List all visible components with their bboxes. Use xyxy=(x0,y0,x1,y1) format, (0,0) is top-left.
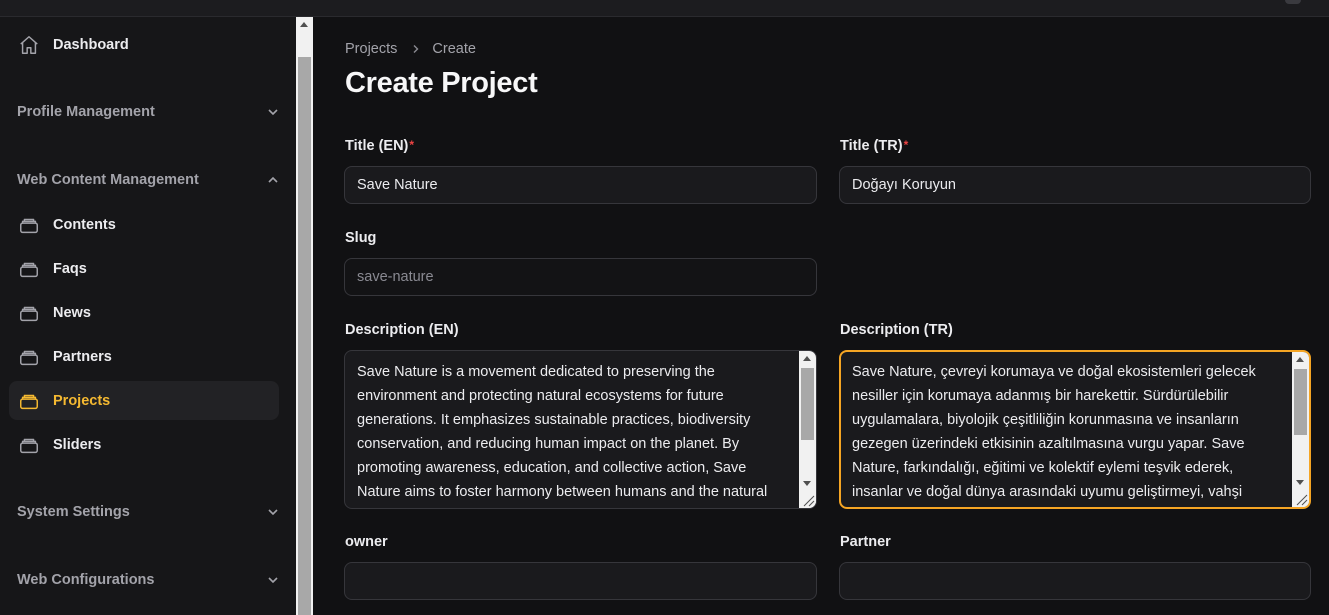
partner-select[interactable] xyxy=(839,562,1311,600)
sidebar-group-profile-management[interactable]: Profile Management xyxy=(17,97,279,127)
slug-label: Slug xyxy=(345,230,377,246)
sidebar-item-label: Projects xyxy=(53,392,111,409)
sidebar-item-faqs[interactable]: Faqs xyxy=(9,249,279,288)
sidebar-group-label: System Settings xyxy=(17,504,130,520)
sidebar-item-contents[interactable]: Contents xyxy=(9,205,279,244)
sidebar-item-label: News xyxy=(53,304,91,321)
top-bar xyxy=(0,0,1329,17)
description-tr-textarea[interactable]: Save Nature, çevreyi korumaya ve doğal e… xyxy=(839,350,1311,509)
avatar[interactable] xyxy=(1285,0,1301,4)
description-tr-text: Save Nature, çevreyi korumaya ve doğal e… xyxy=(852,364,1256,500)
description-tr-label: Description (TR) xyxy=(840,322,953,338)
stack-icon xyxy=(18,346,40,368)
chevron-up-icon xyxy=(268,176,278,183)
resize-handle-icon[interactable] xyxy=(799,491,816,508)
sidebar-group-label: Web Content Management xyxy=(17,172,199,188)
owner-label: owner xyxy=(345,534,388,550)
sidebar-item-news[interactable]: News xyxy=(9,293,279,332)
title-en-label-text: Title (EN) xyxy=(345,138,409,154)
textarea-scrollbar[interactable] xyxy=(1292,352,1309,507)
chevron-down-icon xyxy=(268,577,278,584)
sidebar: Dashboard Profile Management Web Content… xyxy=(0,17,296,615)
sidebar-scrollbar[interactable] xyxy=(296,17,313,615)
owner-select[interactable] xyxy=(344,562,817,600)
sidebar-item-projects[interactable]: Projects xyxy=(9,381,279,420)
scroll-up-arrow-icon[interactable] xyxy=(1296,357,1304,362)
chevron-down-icon xyxy=(268,509,278,516)
sidebar-item-label: Dashboard xyxy=(53,36,129,53)
breadcrumb-current: Create xyxy=(432,41,476,57)
sidebar-item-partners[interactable]: Partners xyxy=(9,337,279,376)
required-asterisk: * xyxy=(903,138,909,152)
partner-label: Partner xyxy=(840,534,891,550)
sidebar-item-label: Partners xyxy=(53,348,112,365)
title-tr-input[interactable]: Doğayı Koruyun xyxy=(839,166,1311,204)
textarea-scrollbar[interactable] xyxy=(799,351,816,508)
description-en-textarea[interactable]: Save Nature is a movement dedicated to p… xyxy=(344,350,817,509)
resize-handle-icon[interactable] xyxy=(1292,490,1309,507)
sidebar-group-web-configurations[interactable]: Web Configurations xyxy=(17,565,279,595)
title-tr-label: Title (TR)* xyxy=(840,138,908,154)
chevron-right-icon xyxy=(413,45,419,53)
sidebar-group-label: Web Configurations xyxy=(17,572,155,588)
sidebar-item-label: Faqs xyxy=(53,260,87,277)
stack-icon xyxy=(18,258,40,280)
sidebar-group-system-settings[interactable]: System Settings xyxy=(17,497,279,527)
page-title: Create Project xyxy=(345,67,538,99)
stack-icon xyxy=(18,390,40,412)
sidebar-item-sliders[interactable]: Sliders xyxy=(9,425,279,464)
required-asterisk: * xyxy=(409,138,415,152)
title-en-label: Title (EN)* xyxy=(345,138,414,154)
scroll-up-arrow-icon[interactable] xyxy=(300,22,308,27)
title-tr-label-text: Title (TR) xyxy=(840,138,903,154)
breadcrumb-projects-link[interactable]: Projects xyxy=(345,41,397,57)
scrollbar-thumb[interactable] xyxy=(298,57,311,615)
sidebar-group-web-content-management[interactable]: Web Content Management xyxy=(17,165,279,195)
sidebar-group-label: Profile Management xyxy=(17,104,155,120)
scrollbar-thumb[interactable] xyxy=(1294,369,1307,435)
sidebar-item-label: Sliders xyxy=(53,436,102,453)
scroll-down-arrow-icon[interactable] xyxy=(1296,480,1304,485)
main-content: Projects Create Create Project Title (EN… xyxy=(313,17,1329,615)
home-icon xyxy=(18,34,40,56)
sidebar-item-dashboard[interactable]: Dashboard xyxy=(9,25,279,64)
stack-icon xyxy=(18,434,40,456)
stack-icon xyxy=(18,214,40,236)
description-en-label: Description (EN) xyxy=(345,322,459,338)
scroll-up-arrow-icon[interactable] xyxy=(803,356,811,361)
breadcrumb: Projects Create xyxy=(345,41,476,57)
scrollbar-thumb[interactable] xyxy=(801,368,814,440)
sidebar-item-label: Contents xyxy=(53,216,116,233)
chevron-down-icon xyxy=(268,109,278,116)
stack-icon xyxy=(18,302,40,324)
title-en-input[interactable]: Save Nature xyxy=(344,166,817,204)
slug-input[interactable]: save-nature xyxy=(344,258,817,296)
scroll-down-arrow-icon[interactable] xyxy=(803,481,811,486)
description-en-text: Save Nature is a movement dedicated to p… xyxy=(357,364,768,500)
